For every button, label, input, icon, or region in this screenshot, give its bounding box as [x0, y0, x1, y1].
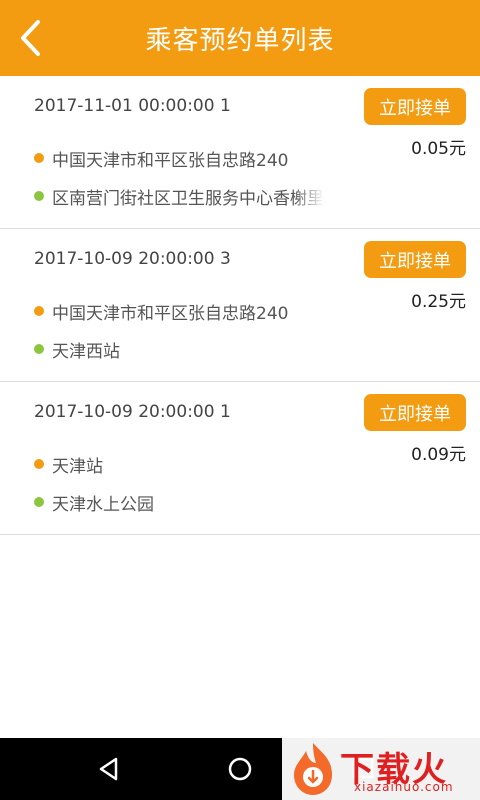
- circle-home-icon: [228, 757, 252, 781]
- pickup-location: 中国天津市和平区张自忠路240: [34, 146, 288, 170]
- accept-order-button[interactable]: 立即接单: [364, 88, 466, 125]
- pickup-text: 中国天津市和平区张自忠路240: [52, 150, 289, 171]
- dropoff-location: 天津西站: [34, 337, 120, 361]
- accept-order-button[interactable]: 立即接单: [364, 241, 466, 278]
- order-row[interactable]: 2017-11-01 00:00:00 1 立即接单 0.05元 中国天津市和平…: [0, 76, 480, 229]
- nav-home-button[interactable]: [228, 757, 252, 785]
- order-row[interactable]: 2017-10-09 20:00:00 1 立即接单 0.09元 天津站 天津水…: [0, 382, 480, 535]
- nav-back-button[interactable]: [96, 756, 122, 786]
- pickup-location: 中国天津市和平区张自忠路240: [34, 299, 288, 323]
- destination-dot-icon: [34, 191, 44, 201]
- order-meta: 2017-10-09 20:00:00 1: [34, 402, 231, 422]
- accept-order-button[interactable]: 立即接单: [364, 394, 466, 431]
- order-meta: 2017-10-09 20:00:00 3: [34, 249, 231, 269]
- order-row[interactable]: 2017-10-09 20:00:00 3 立即接单 0.25元 中国天津市和平…: [0, 229, 480, 382]
- order-meta: 2017-11-01 00:00:00 1: [34, 96, 231, 116]
- origin-dot-icon: [34, 459, 44, 469]
- destination-dot-icon: [34, 344, 44, 354]
- order-price: 0.05元: [411, 139, 466, 159]
- watermark: 下载火 xiazaihuo.com: [282, 738, 480, 800]
- pickup-text: 天津站: [52, 456, 103, 477]
- origin-dot-icon: [34, 306, 44, 316]
- flame-logo-icon: [294, 743, 332, 795]
- dropoff-location: 天津水上公园: [34, 490, 154, 514]
- triangle-back-icon: [99, 757, 118, 781]
- order-list: 2017-11-01 00:00:00 1 立即接单 0.05元 中国天津市和平…: [0, 76, 480, 535]
- order-price: 0.25元: [411, 292, 466, 312]
- watermark-url: xiazaihuo.com: [354, 780, 454, 794]
- dropoff-text: 天津西站: [52, 341, 120, 362]
- pickup-location: 天津站: [34, 452, 103, 476]
- page-title: 乘客预约单列表: [145, 25, 335, 56]
- destination-dot-icon: [34, 497, 44, 507]
- dropoff-text: 区南营门街社区卫生服务中心香榭里: [52, 188, 324, 209]
- app-header: 乘客预约单列表: [0, 0, 480, 76]
- dropoff-text: 天津水上公园: [52, 494, 154, 515]
- dropoff-location: 区南营门街社区卫生服务中心香榭里: [34, 184, 324, 208]
- pickup-text: 中国天津市和平区张自忠路240: [52, 303, 289, 324]
- origin-dot-icon: [34, 153, 44, 163]
- order-price: 0.09元: [411, 445, 466, 465]
